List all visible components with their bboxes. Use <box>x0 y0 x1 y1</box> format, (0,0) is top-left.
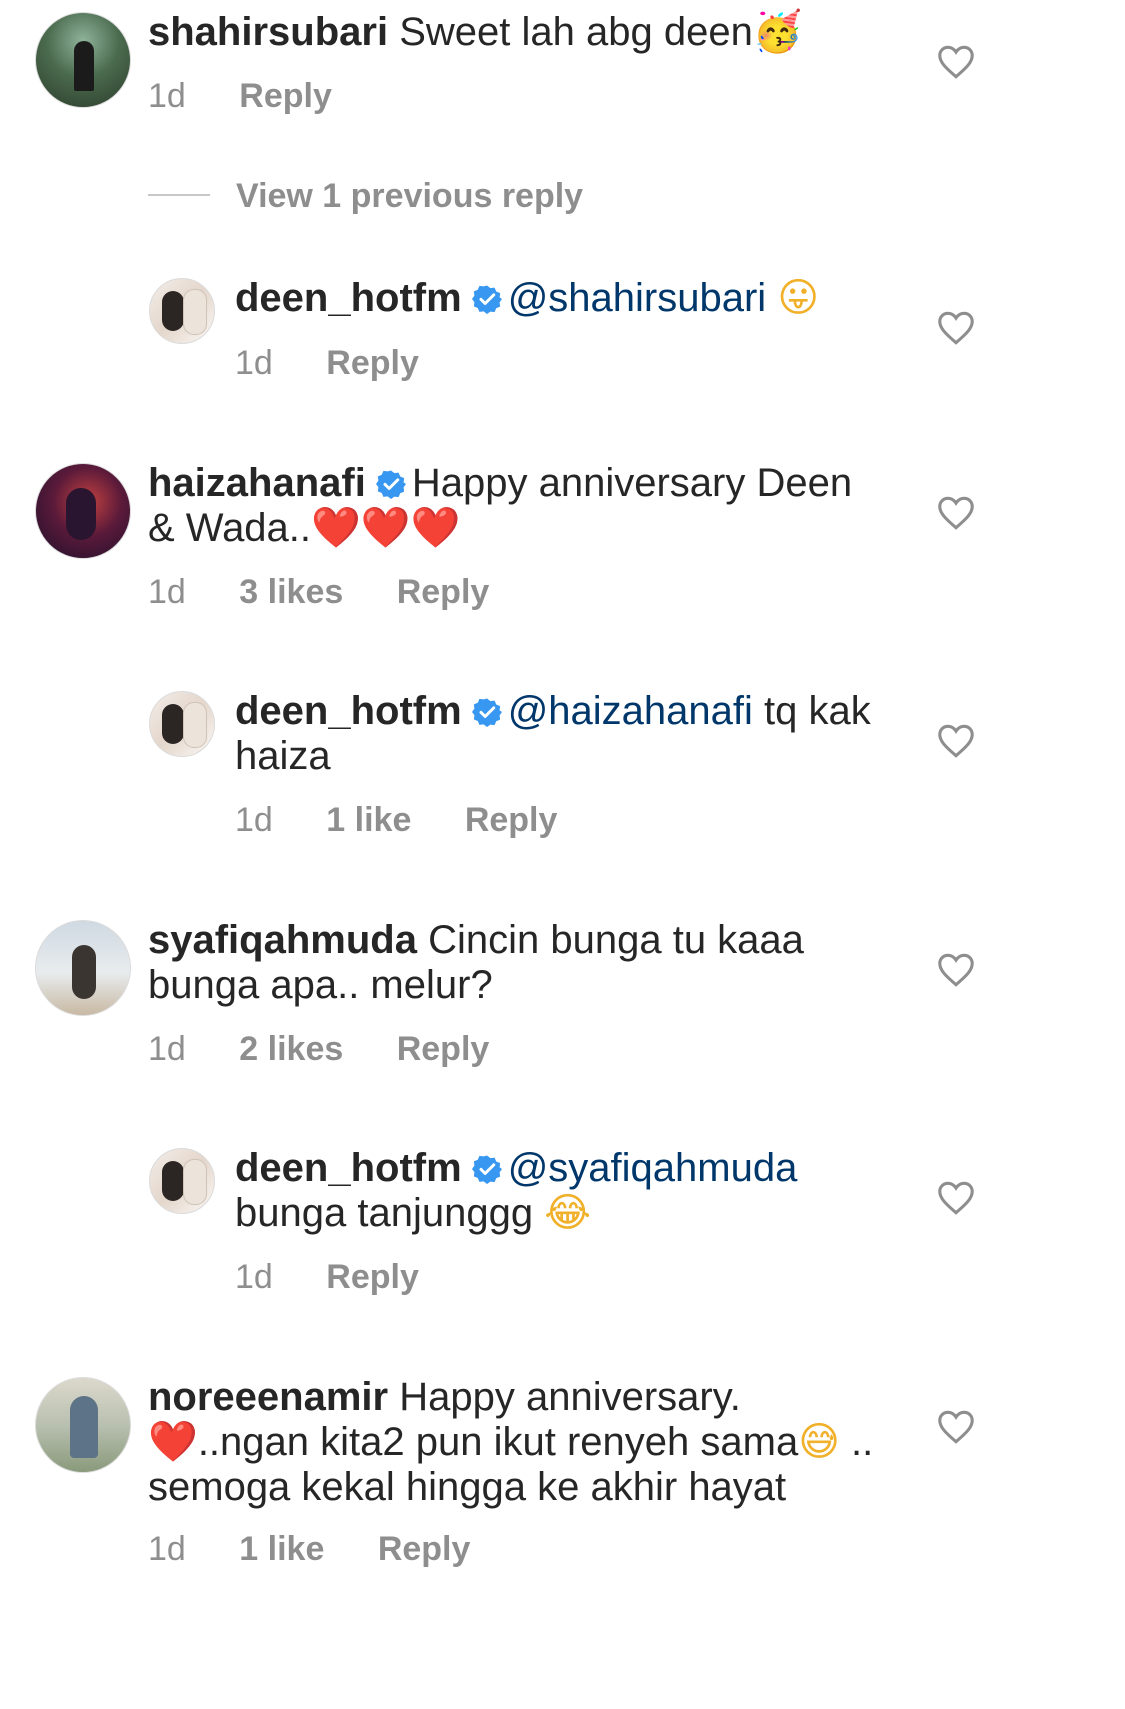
comment-text: deen_hotfm @haizahanafi tq kak haiza <box>235 689 915 779</box>
comment-meta: 1d Reply <box>148 77 376 116</box>
username[interactable]: deen_hotfm <box>235 1146 462 1190</box>
mention-link[interactable]: @syafiqahmuda <box>508 1146 798 1190</box>
mention-link[interactable]: @shahirsubari <box>508 276 767 320</box>
verified-badge-icon <box>471 698 502 727</box>
avatar[interactable] <box>149 1148 215 1214</box>
comment-body: & Wada.. <box>148 506 312 550</box>
verified-badge-icon <box>471 285 502 314</box>
comment-line: deen_hotfm @haizahanafi tq kak <box>235 689 915 734</box>
divider-line <box>148 194 210 196</box>
likes-count[interactable]: 1 like <box>239 1530 324 1568</box>
heart-icon[interactable] <box>937 724 975 758</box>
heart-icon[interactable] <box>937 953 975 987</box>
comment-line: ❤️..ngan kita2 pun ikut renyeh sama😅 .. <box>148 1420 918 1465</box>
comment-meta: 1d Reply <box>235 1258 463 1297</box>
comment-body: semoga kekal hingga ke akhir hayat <box>148 1465 787 1509</box>
party-face-emoji: 🥳 <box>752 9 803 55</box>
comment-text: deen_hotfm @shahirsubari 😛 <box>235 276 915 321</box>
avatar[interactable] <box>149 691 215 757</box>
username[interactable]: deen_hotfm <box>235 689 462 733</box>
comment-line: syafiqahmuda Cincin bunga tu kaaa <box>148 918 908 963</box>
heart-icon[interactable] <box>937 45 975 79</box>
comment-line: & Wada..❤️❤️❤️ <box>148 506 908 551</box>
username[interactable]: syafiqahmuda <box>148 918 417 962</box>
avatar[interactable] <box>35 920 131 1016</box>
likes-count[interactable]: 1 like <box>326 801 411 839</box>
red-heart-emoji: ❤️ <box>148 1419 198 1465</box>
timestamp: 1d <box>148 1030 186 1068</box>
comment-line: haizahanafi Happy anniversary Deen <box>148 461 908 506</box>
mention-link[interactable]: @haizahanafi <box>508 689 753 733</box>
username[interactable]: noreeenamir <box>148 1375 388 1419</box>
comment-text: haizahanafi Happy anniversary Deen & Wada… <box>148 461 908 551</box>
comment-meta: 1d 1 like Reply <box>148 1530 514 1569</box>
timestamp: 1d <box>148 573 186 611</box>
comment-body: ..ngan kita2 pun ikut renyeh sama <box>197 1420 799 1464</box>
comment-line: noreeenamir Happy anniversary. <box>148 1375 918 1420</box>
comment-line: bunga tanjunggg 😂 <box>235 1191 915 1236</box>
red-heart-emoji: ❤️❤️❤️ <box>311 505 461 551</box>
comment-text: deen_hotfm @syafiqahmuda bunga tanjunggg … <box>235 1146 915 1236</box>
verified-badge-icon <box>471 1155 502 1184</box>
likes-count[interactable]: 3 likes <box>239 573 343 611</box>
timestamp: 1d <box>235 1258 273 1296</box>
reply-button[interactable]: Reply <box>239 77 332 115</box>
username[interactable]: deen_hotfm <box>235 276 462 320</box>
timestamp: 1d <box>235 344 273 382</box>
avatar[interactable] <box>35 463 131 559</box>
likes-count[interactable]: 2 likes <box>239 1030 343 1068</box>
reply-button[interactable]: Reply <box>326 1258 419 1296</box>
comment-meta: 1d 2 likes Reply <box>148 1030 533 1069</box>
reply-button[interactable]: Reply <box>465 801 558 839</box>
comment-body: Cincin bunga tu kaaa <box>428 918 804 962</box>
comment-meta: 1d 1 like Reply <box>235 801 601 840</box>
timestamp: 1d <box>148 1530 186 1568</box>
reply-button[interactable]: Reply <box>326 344 419 382</box>
comment-text: shahirsubari Sweet lah abg deen🥳 <box>148 10 908 55</box>
heart-icon[interactable] <box>937 1410 975 1444</box>
comment-body: Happy anniversary Deen <box>411 461 853 505</box>
comment-text: syafiqahmuda Cincin bunga tu kaaa bunga … <box>148 918 908 1008</box>
avatar[interactable] <box>149 278 215 344</box>
reply-button[interactable]: Reply <box>397 573 490 611</box>
heart-icon[interactable] <box>937 311 975 345</box>
timestamp: 1d <box>235 801 273 839</box>
view-previous-label: View 1 previous reply <box>236 177 584 215</box>
comment-meta: 1d 3 likes Reply <box>148 573 533 612</box>
comment-line: bunga apa.. melur? <box>148 963 908 1008</box>
username[interactable]: shahirsubari <box>148 10 388 54</box>
heart-icon[interactable] <box>937 496 975 530</box>
comment-body: haiza <box>235 734 331 778</box>
reply-button[interactable]: Reply <box>378 1530 471 1568</box>
grinning-sweat-emoji: 😅 <box>798 1419 840 1465</box>
timestamp: 1d <box>148 77 186 115</box>
comment-meta: 1d Reply <box>235 344 463 383</box>
comment-body-tail: .. <box>839 1420 874 1464</box>
comment-body: bunga tanjunggg <box>235 1191 534 1235</box>
verified-badge-icon <box>375 470 406 499</box>
heart-icon[interactable] <box>937 1181 975 1215</box>
username[interactable]: haizahanafi <box>148 461 366 505</box>
comment-body: tq kak <box>752 689 871 733</box>
comment-body: Happy anniversary. <box>399 1375 741 1419</box>
avatar[interactable] <box>35 1377 131 1473</box>
avatar[interactable] <box>35 12 131 108</box>
comment-line: semoga kekal hingga ke akhir hayat <box>148 1465 918 1510</box>
comment-text: noreeenamir Happy anniversary. ❤️..ngan … <box>148 1375 918 1510</box>
reply-button[interactable]: Reply <box>397 1030 490 1068</box>
tongue-face-emoji: 😛 <box>777 275 820 321</box>
tears-of-joy-emoji: 😂 <box>544 1190 591 1236</box>
comment-body: Sweet lah abg deen <box>399 10 753 54</box>
comment-line: deen_hotfm @syafiqahmuda <box>235 1146 915 1191</box>
comment-body: bunga apa.. melur? <box>148 963 493 1007</box>
comment-line: haiza <box>235 734 915 779</box>
